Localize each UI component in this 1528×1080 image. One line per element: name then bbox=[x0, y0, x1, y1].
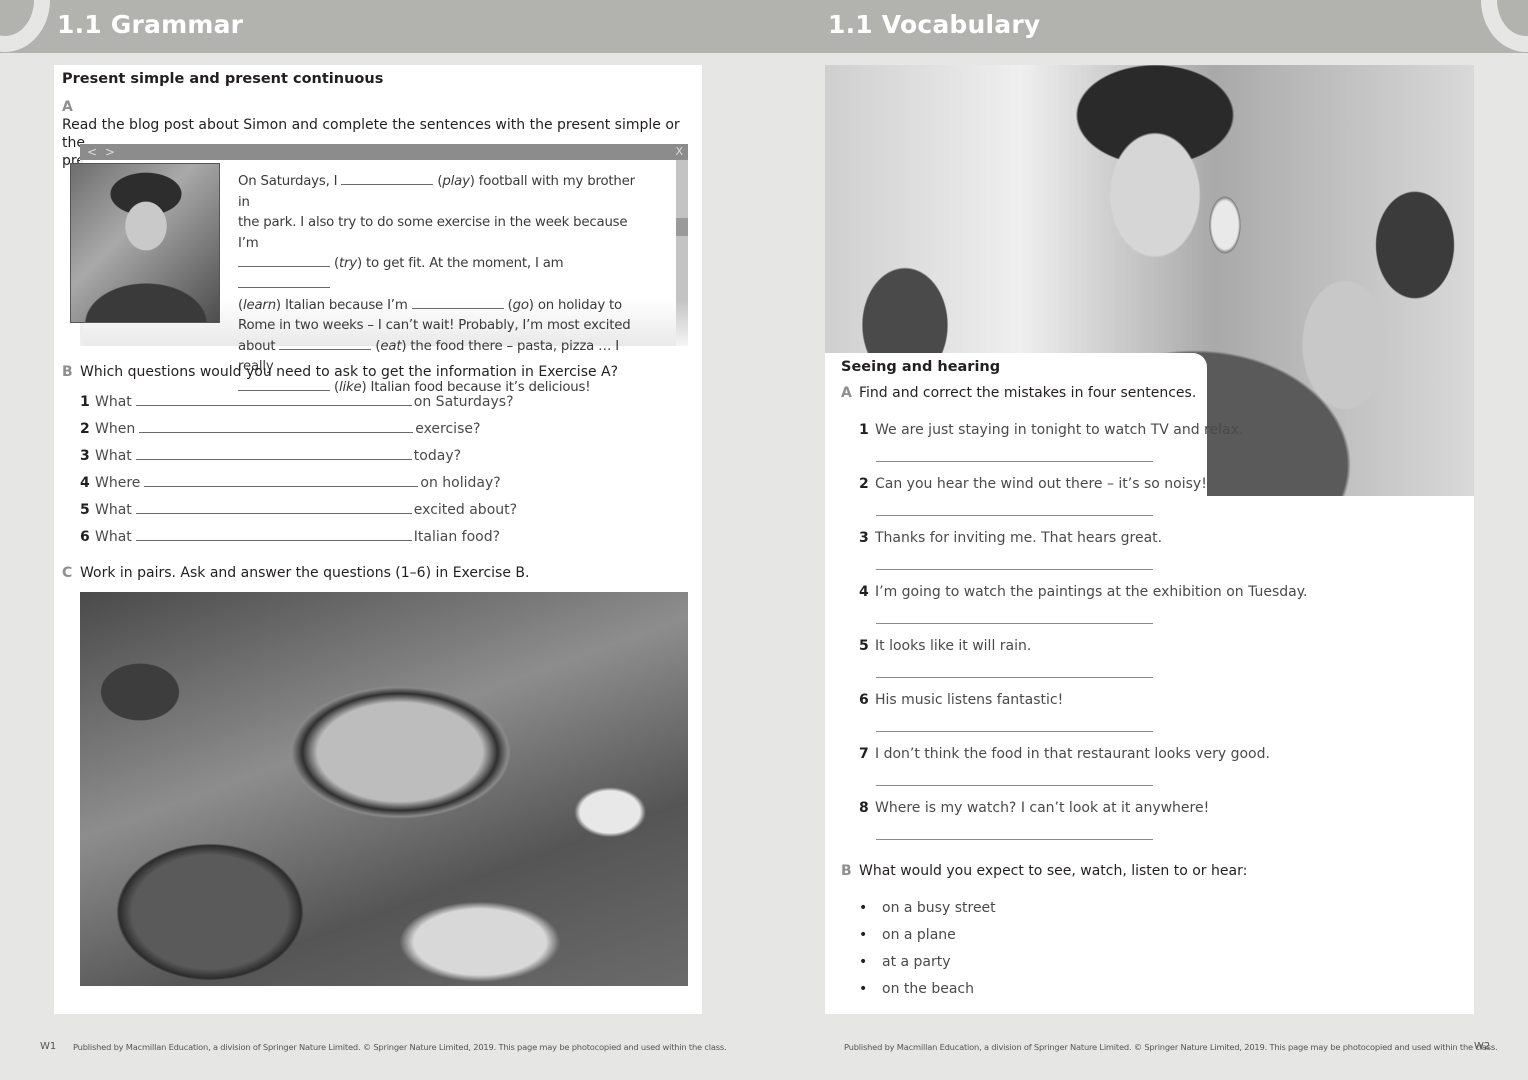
correction-line[interactable] bbox=[876, 461, 1153, 462]
bullet-icon: • bbox=[859, 981, 868, 997]
grammar-page: Present simple and present continuous A R… bbox=[54, 65, 702, 1014]
answer-line[interactable] bbox=[135, 446, 412, 460]
question-row: 5 What excited about? bbox=[80, 500, 518, 518]
sentence-row: 2 Can you hear the wind out there – it’s … bbox=[859, 476, 1207, 492]
exercise-b-instruction: B What would you expect to see, watch, li… bbox=[841, 863, 1248, 879]
answer-line[interactable] bbox=[144, 473, 419, 487]
sentence-row: 7I don’t think the food in that restaura… bbox=[859, 746, 1270, 762]
answer-line[interactable] bbox=[135, 527, 412, 541]
blog-line: On Saturdays, I (play) football with my … bbox=[238, 172, 635, 210]
correction-line[interactable] bbox=[876, 515, 1153, 516]
bullet-icon: • bbox=[859, 927, 868, 943]
copyright-footer-left: Published by Macmillan Education, a divi… bbox=[73, 1042, 727, 1052]
exercise-letter: B bbox=[841, 863, 852, 879]
answer-blank[interactable] bbox=[279, 337, 372, 350]
answer-blank[interactable] bbox=[341, 172, 434, 185]
vocabulary-page-title: 1.1 Vocabulary bbox=[828, 10, 1041, 39]
question-row: 4 Where on holiday? bbox=[80, 473, 501, 491]
bullet-item: • on a busy street bbox=[859, 900, 996, 916]
correction-line[interactable] bbox=[876, 731, 1153, 732]
bullet-item: • on the beach bbox=[859, 981, 974, 997]
simon-photo bbox=[70, 163, 220, 323]
bullet-icon: • bbox=[859, 954, 868, 970]
sentence-row: 4 I’m going to watch the paintings at the… bbox=[859, 584, 1308, 600]
vocabulary-section-title: Seeing and hearing bbox=[841, 359, 1001, 375]
bullet-icon: • bbox=[859, 900, 868, 916]
exercise-letter: B bbox=[62, 364, 73, 380]
correction-line[interactable] bbox=[876, 569, 1153, 570]
copyright-footer-right: Published by Macmillan Education, a divi… bbox=[844, 1042, 1498, 1052]
blog-line: (try) to get fit. At the moment, I am bbox=[238, 254, 643, 295]
answer-line[interactable] bbox=[139, 419, 414, 433]
exercise-b-instruction: B Which questions would you need to ask t… bbox=[62, 364, 619, 380]
question-row: 1 What on Saturdays? bbox=[80, 392, 514, 410]
page-number-left: W1 bbox=[40, 1041, 57, 1052]
grammar-page-title: 1.1 Grammar bbox=[57, 10, 244, 39]
answer-blank[interactable] bbox=[238, 254, 330, 268]
sentence-row: 1 We are just staying in tonight to watch… bbox=[859, 422, 1244, 438]
blog-window-titlebar: < > X bbox=[80, 144, 688, 160]
blog-line: Rome in two weeks – I can’t wait! Probab… bbox=[238, 318, 631, 334]
sentence-row: 6 His music listens fantastic! bbox=[859, 692, 1064, 708]
answer-line[interactable] bbox=[135, 500, 412, 514]
back-forward-arrows-icon[interactable]: < > bbox=[87, 144, 117, 160]
answer-blank[interactable] bbox=[238, 275, 330, 288]
page-number-right: W2 bbox=[1474, 1041, 1491, 1052]
bullet-item: • at a party bbox=[859, 954, 951, 970]
blog-scrollbar[interactable] bbox=[676, 160, 688, 346]
exercise-letter: C bbox=[62, 565, 73, 581]
question-row: 6 What Italian food? bbox=[80, 527, 501, 545]
close-icon[interactable]: X bbox=[675, 144, 683, 160]
sentence-row: 5 It looks like it will rain. bbox=[859, 638, 1032, 654]
question-row: 3 What today? bbox=[80, 446, 462, 464]
exercise-c-instruction: C Work in pairs. Ask and answer the quest… bbox=[62, 565, 530, 581]
correction-line[interactable] bbox=[876, 623, 1153, 624]
blog-scrollbar-thumb[interactable] bbox=[676, 218, 688, 236]
correction-line[interactable] bbox=[876, 677, 1153, 678]
blog-line: (learn) Italian because I’m (go) on holi… bbox=[238, 296, 622, 313]
exercise-a-instruction: A Find and correct the mistakes in four s… bbox=[841, 385, 1197, 401]
exercise-letter: A bbox=[62, 99, 73, 115]
blog-line: the park. I also try to do some exercise… bbox=[238, 215, 628, 251]
bullet-item: • on a plane bbox=[859, 927, 956, 943]
italian-food-photo bbox=[80, 592, 688, 986]
sentence-row: 8 Where is my watch? I can’t look at it a… bbox=[859, 800, 1210, 816]
answer-blank[interactable] bbox=[411, 296, 504, 309]
correction-line[interactable] bbox=[876, 785, 1153, 786]
vocabulary-page: Seeing and hearing A Find and correct the… bbox=[825, 65, 1474, 1014]
grammar-section-title: Present simple and present continuous bbox=[62, 71, 384, 87]
exercise-letter: A bbox=[841, 385, 852, 401]
answer-line[interactable] bbox=[135, 392, 412, 406]
correction-line[interactable] bbox=[876, 839, 1153, 840]
question-row: 2 When exercise? bbox=[80, 419, 481, 437]
sentence-row: 3 Thanks for inviting me. That hears grea… bbox=[859, 530, 1163, 546]
